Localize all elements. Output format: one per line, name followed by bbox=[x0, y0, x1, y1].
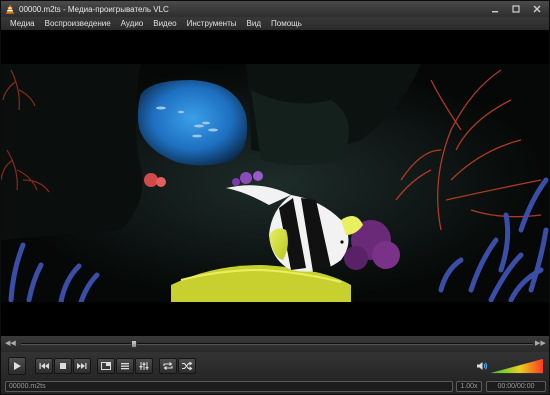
window-controls bbox=[489, 3, 543, 15]
seek-bar-row: ◀◀ ▶▶ bbox=[1, 336, 549, 352]
volume-slider[interactable] bbox=[491, 358, 543, 374]
stop-button[interactable] bbox=[54, 358, 72, 374]
previous-button[interactable] bbox=[35, 358, 53, 374]
seek-forward-icon[interactable]: ▶▶ bbox=[535, 339, 546, 349]
vlc-cone-icon bbox=[6, 4, 14, 14]
media-title-field: 00000.m2ts bbox=[5, 381, 453, 392]
maximize-icon bbox=[512, 5, 520, 13]
close-button[interactable] bbox=[531, 3, 543, 15]
seek-back-icon[interactable]: ◀◀ bbox=[5, 339, 16, 349]
time-display[interactable]: 00:00/00:00 bbox=[486, 381, 546, 392]
menu-video[interactable]: Видео bbox=[148, 19, 181, 28]
random-button[interactable] bbox=[178, 358, 196, 374]
play-icon bbox=[14, 362, 21, 370]
title-bar[interactable]: 00000.m2ts - Медиа-проигрыватель VLC bbox=[1, 1, 549, 17]
menu-playback[interactable]: Воспроизведение bbox=[40, 19, 116, 28]
menu-view[interactable]: Вид bbox=[242, 19, 266, 28]
menu-bar: Медиа Воспроизведение Аудио Видео Инстру… bbox=[1, 17, 549, 30]
minimize-icon bbox=[492, 11, 498, 13]
stop-icon bbox=[60, 363, 66, 369]
previous-icon bbox=[39, 363, 49, 369]
menu-media[interactable]: Медиа bbox=[5, 19, 40, 28]
next-button[interactable] bbox=[73, 358, 91, 374]
vlc-window: 00000.m2ts - Медиа-проигрыватель VLC Мед… bbox=[0, 0, 550, 395]
maximize-button[interactable] bbox=[510, 3, 522, 15]
playlist-icon bbox=[121, 363, 129, 370]
seek-track[interactable] bbox=[21, 343, 533, 345]
playlist-button[interactable] bbox=[116, 358, 134, 374]
equalizer-icon bbox=[139, 362, 149, 370]
fullscreen-icon bbox=[101, 362, 111, 370]
controls-bar bbox=[1, 352, 549, 380]
seek-handle[interactable] bbox=[130, 340, 137, 348]
loop-icon bbox=[163, 362, 173, 370]
video-area[interactable] bbox=[1, 30, 549, 336]
menu-help[interactable]: Помощь bbox=[266, 19, 307, 28]
playback-speed[interactable]: 1.00x bbox=[456, 381, 482, 392]
menu-audio[interactable]: Аудио bbox=[116, 19, 149, 28]
video-frame bbox=[1, 30, 549, 336]
play-button[interactable] bbox=[8, 357, 26, 375]
menu-tools[interactable]: Инструменты bbox=[182, 19, 242, 28]
status-bar: 00000.m2ts 1.00x 00:00/00:00 bbox=[1, 380, 549, 394]
window-title: 00000.m2ts - Медиа-проигрыватель VLC bbox=[19, 4, 169, 14]
close-icon bbox=[533, 5, 541, 13]
speaker-icon[interactable] bbox=[476, 360, 488, 372]
extended-settings-button[interactable] bbox=[135, 358, 153, 374]
loop-button[interactable] bbox=[159, 358, 177, 374]
minimize-button[interactable] bbox=[489, 3, 501, 15]
shuffle-icon bbox=[182, 361, 193, 371]
fullscreen-button[interactable] bbox=[97, 358, 115, 374]
next-icon bbox=[77, 363, 87, 369]
